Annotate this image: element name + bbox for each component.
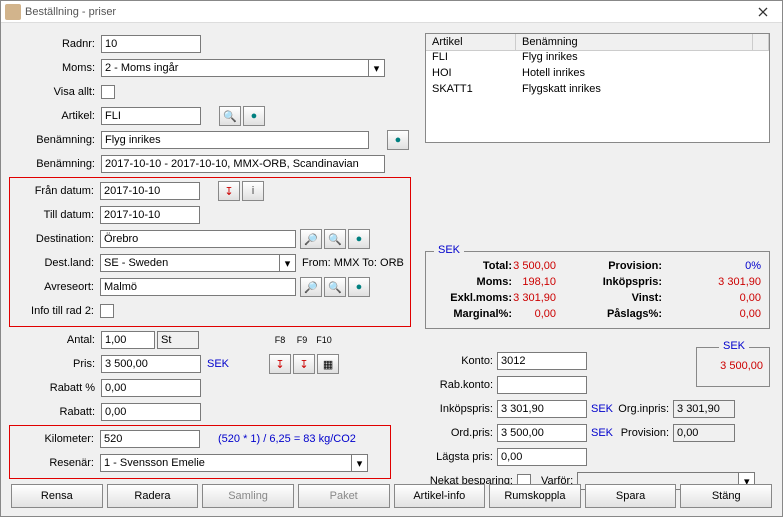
inkopspris-label: Inköpspris: — [425, 403, 497, 415]
info-icon[interactable]: i — [242, 181, 264, 201]
co2-text: (520 * 1) / 6,25 = 83 kg/CO2 — [218, 433, 356, 445]
kilometer-label: Kilometer: — [10, 433, 100, 445]
konto-label: Konto: — [425, 355, 497, 367]
antal-unit: St — [157, 331, 199, 349]
arrow-down-icon[interactable]: ↧ — [218, 181, 240, 201]
avreseort-label: Avreseort: — [10, 281, 100, 293]
avreseort-input[interactable]: Malmö — [100, 278, 296, 296]
table-row: SKATT1Flygskatt inrikes — [426, 83, 769, 99]
f10-button[interactable]: ▦ — [317, 354, 339, 374]
f8-button[interactable]: ↧ — [269, 354, 291, 374]
spara-button[interactable]: Spara — [585, 484, 677, 508]
till-datum-input[interactable]: 2017-10-10 — [100, 206, 200, 224]
fran-datum-label: Från datum: — [10, 185, 100, 197]
info-rad2-label: Info till rad 2: — [10, 305, 100, 317]
ordpris-label: Ord.pris: — [425, 427, 497, 439]
info-rad2-checkbox[interactable] — [100, 304, 114, 318]
moms-label: Moms: — [11, 62, 101, 74]
rabkonto-label: Rab.konto: — [425, 379, 497, 391]
dot-button[interactable]: ● — [243, 106, 265, 126]
artikelinfo-button[interactable]: Artikel-info — [394, 484, 486, 508]
inkopspris-ccy: SEK — [591, 403, 613, 415]
rabatt-pct-label: Rabatt % — [11, 382, 101, 394]
pris-currency: SEK — [207, 358, 229, 370]
f9-label: F9 — [291, 335, 313, 345]
from-to-text: From: MMX To: ORB — [302, 257, 404, 269]
destland-dropdown-icon[interactable]: ▾ — [280, 254, 296, 272]
orginpris-input: 3 301,90 — [673, 400, 735, 418]
app-icon — [5, 4, 21, 20]
search-icon[interactable]: 🔎 — [300, 229, 322, 249]
benamning-label: Benämning: — [11, 134, 101, 146]
lagsta-pris-input[interactable]: 0,00 — [497, 448, 587, 466]
dot-button-4[interactable]: ● — [348, 277, 370, 297]
binoculars-icon[interactable]: 🔍 — [219, 106, 241, 126]
window-title: Beställning - priser — [25, 6, 748, 18]
destination-input[interactable]: Örebro — [100, 230, 296, 248]
f8-label: F8 — [269, 335, 291, 345]
provision-label: Provision: — [613, 427, 673, 439]
binoculars-icon-2[interactable]: 🔍 — [324, 229, 346, 249]
summary-legend: SEK — [434, 244, 464, 256]
resenar-dropdown-icon[interactable]: ▾ — [352, 454, 368, 472]
rabkonto-input[interactable] — [497, 376, 587, 394]
artikel-grid[interactable]: Artikel Benämning FLIFlyg inrikes HOIHot… — [425, 33, 770, 143]
radnr-label: Radnr: — [11, 38, 101, 50]
till-datum-label: Till datum: — [10, 209, 100, 221]
grid-header-artikel[interactable]: Artikel — [426, 34, 516, 50]
radnr-input[interactable]: 10 — [101, 35, 201, 53]
samling-button[interactable]: Samling — [202, 484, 294, 508]
benamning2-input[interactable]: 2017-10-10 - 2017-10-10, MMX-ORB, Scandi… — [101, 155, 385, 173]
antal-label: Antal: — [11, 334, 101, 346]
ordpris-ccy: SEK — [591, 427, 613, 439]
provision-input: 0,00 — [673, 424, 735, 442]
binoculars-icon-3[interactable]: 🔍 — [324, 277, 346, 297]
moms-select[interactable]: 2 - Moms ingår — [101, 59, 369, 77]
f9-button[interactable]: ↧ — [293, 354, 315, 374]
konto-input[interactable]: 3012 — [497, 352, 587, 370]
antal-input[interactable]: 1,00 — [101, 331, 155, 349]
rensa-button[interactable]: Rensa — [11, 484, 103, 508]
artikel-input[interactable]: FLI — [101, 107, 201, 125]
lagsta-pris-label: Lägsta pris: — [425, 451, 497, 463]
table-row: FLIFlyg inrikes — [426, 51, 769, 67]
grid-header-benamning[interactable]: Benämning — [516, 34, 753, 50]
kilometer-input[interactable]: 520 — [100, 430, 200, 448]
rabatt-pct-input[interactable]: 0,00 — [101, 379, 201, 397]
f10-label: F10 — [313, 335, 335, 345]
visa-allt-checkbox[interactable] — [101, 85, 115, 99]
radera-button[interactable]: Radera — [107, 484, 199, 508]
dot-button-2[interactable]: ● — [387, 130, 409, 150]
rabatt-input[interactable]: 0,00 — [101, 403, 201, 421]
destland-label: Dest.land: — [10, 257, 100, 269]
paket-button[interactable]: Paket — [298, 484, 390, 508]
resenar-label: Resenär: — [10, 457, 100, 469]
stang-button[interactable]: Stäng — [680, 484, 772, 508]
pris-input[interactable]: 3 500,00 — [101, 355, 201, 373]
visa-allt-label: Visa allt: — [11, 86, 101, 98]
artikel-label: Artikel: — [11, 110, 101, 122]
rabatt-label: Rabatt: — [11, 406, 101, 418]
orginpris-label: Org.inpris: — [613, 403, 673, 415]
fran-datum-input[interactable]: 2017-10-10 — [100, 182, 200, 200]
rumskoppla-button[interactable]: Rumskoppla — [489, 484, 581, 508]
table-row: HOIHotell inrikes — [426, 67, 769, 83]
summary-box: SEK Total:3 500,00 Provision:0% Moms:198… — [425, 251, 770, 329]
ordpris-input[interactable]: 3 500,00 — [497, 424, 587, 442]
search-icon-2[interactable]: 🔎 — [300, 277, 322, 297]
pris-label: Pris: — [11, 358, 101, 370]
dot-button-3[interactable]: ● — [348, 229, 370, 249]
resenar-select[interactable]: 1 - Svensson Emelie — [100, 454, 352, 472]
destland-select[interactable]: SE - Sweden — [100, 254, 280, 272]
moms-dropdown-icon[interactable]: ▾ — [369, 59, 385, 77]
destination-label: Destination: — [10, 233, 100, 245]
benamning-input[interactable]: Flyg inrikes — [101, 131, 369, 149]
close-button[interactable] — [748, 3, 778, 21]
inkopspris-input[interactable]: 3 301,90 — [497, 400, 587, 418]
titlebar: Beställning - priser — [1, 1, 782, 23]
benamning2-label: Benämning: — [11, 158, 101, 170]
